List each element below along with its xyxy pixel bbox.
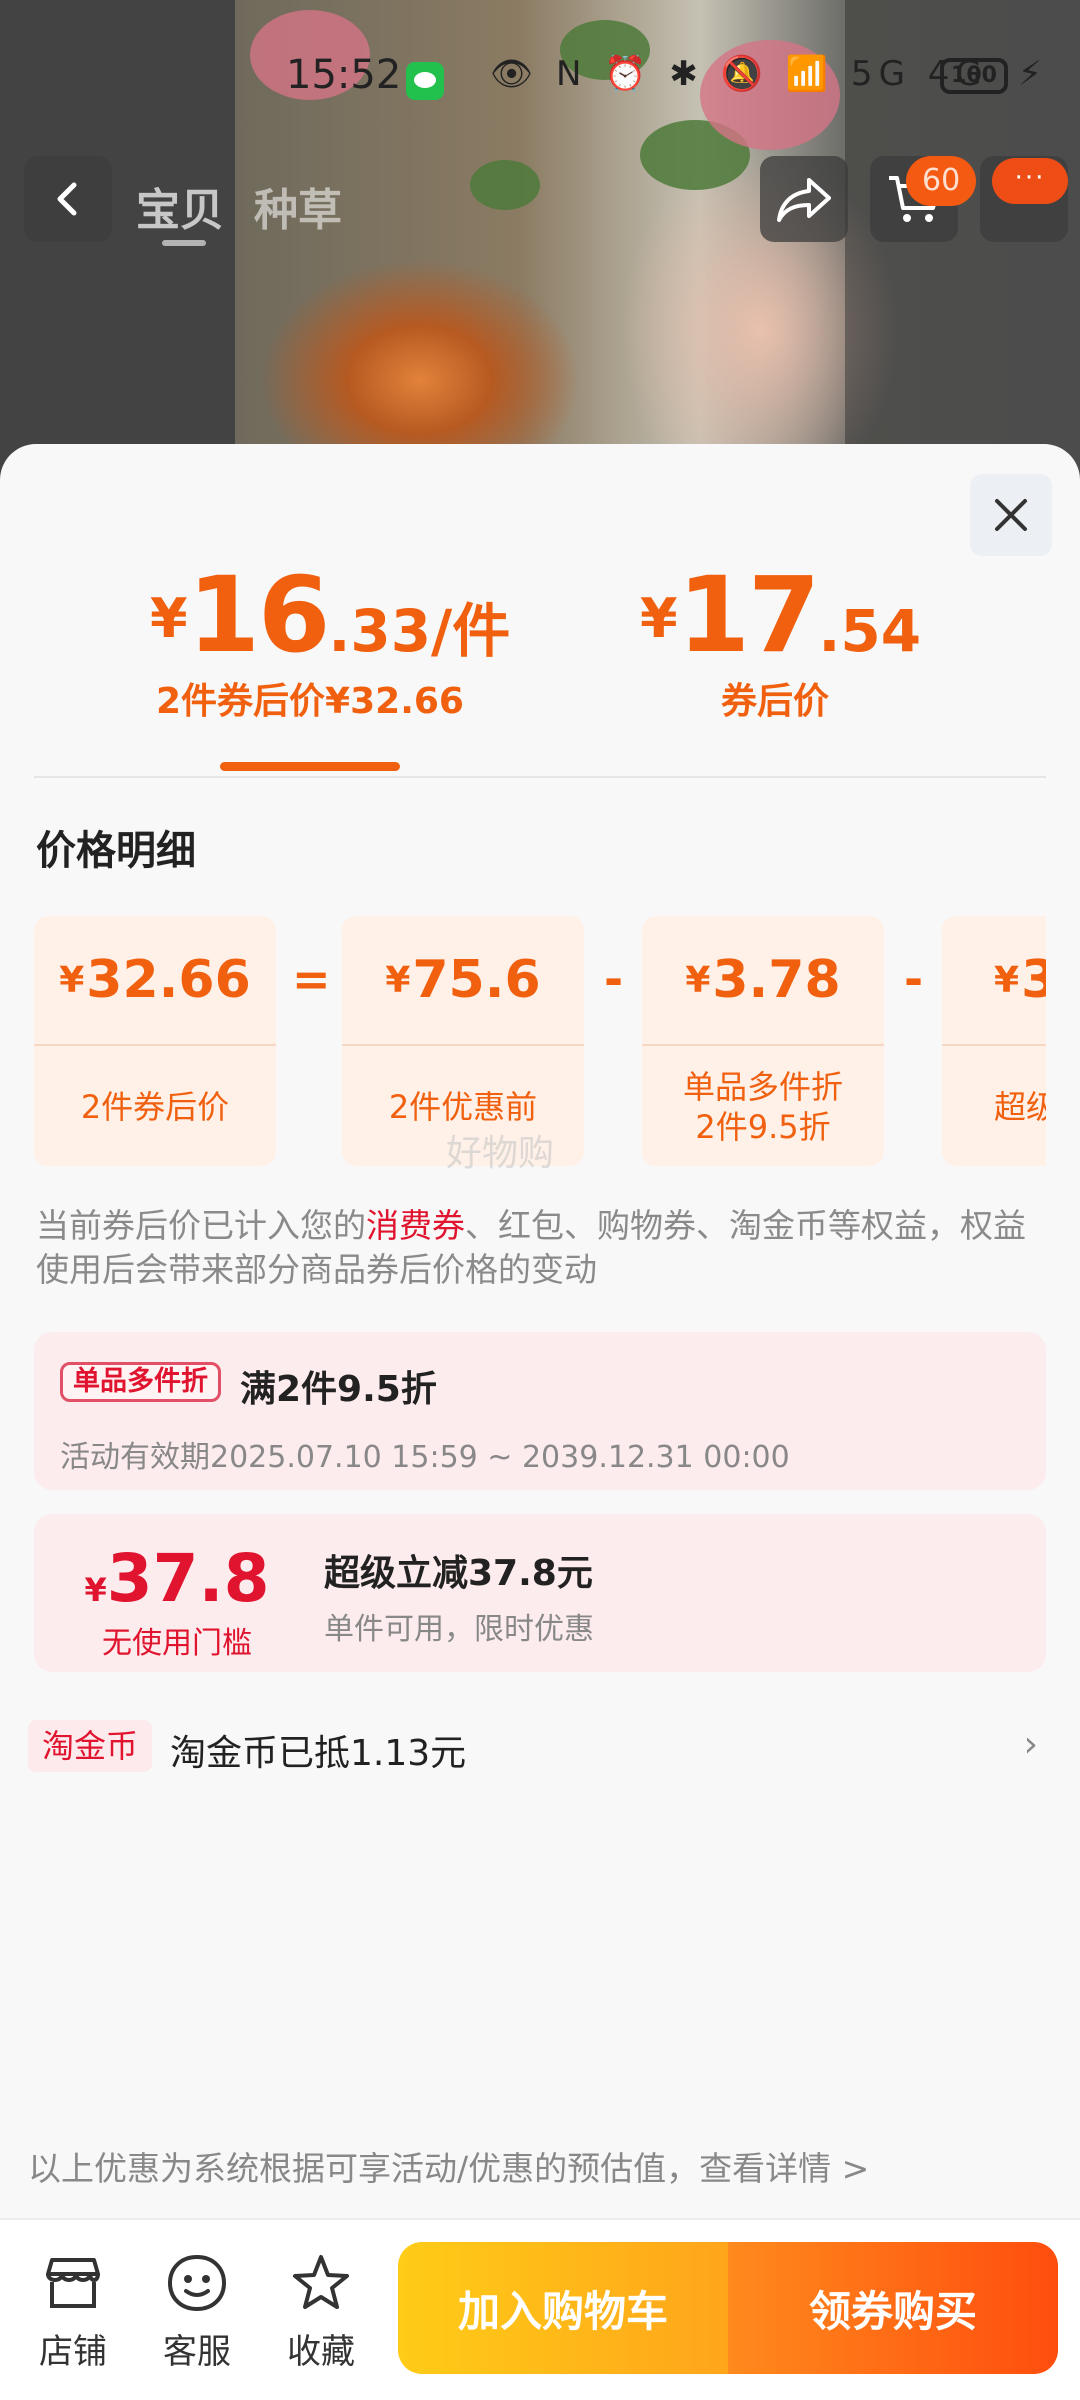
store-button[interactable]: 店铺 [18,2248,128,2373]
favorite-label: 收藏 [287,2332,355,2372]
close-icon [995,499,1027,531]
price-integer: 16 [187,554,331,676]
currency-symbol: ¥ [685,959,711,1001]
coupon-condition: 无使用门槛 [102,1626,252,1661]
currency-symbol: ¥ [640,587,678,650]
breakdown-label: 2件券后价 [80,1088,230,1126]
operator-equals: = [292,952,331,1006]
customer-service-icon [167,2254,227,2312]
coupon-subtitle: 单件可用，限时优惠 [324,1612,594,1647]
wechat-notification-icon [406,62,444,100]
back-button[interactable] [24,156,112,242]
chevron-right-icon: › [1023,1724,1038,1765]
store-icon [46,2258,100,2308]
currency-symbol: ¥ [59,959,85,1001]
breakdown-label: 单品多件折 2件9.5折 [682,1068,843,1146]
tab-product[interactable]: 宝贝 [136,174,224,238]
breakdown-card-super: ¥37.8 超级立减 [942,916,1046,1166]
breakdown-label: 超级立减 [994,1088,1046,1126]
star-icon [293,2255,349,2309]
breakdown-amount: 32.66 [86,950,251,1010]
taojinbi-row[interactable]: 淘金币 淘金币已抵1.13元 › [28,1716,1052,1778]
taojinbi-text: 淘金币已抵1.13元 [170,1733,467,1774]
charging-icon: ⚡ [1018,54,1042,94]
watermark: 好物购 [446,1133,555,1174]
coupon-value: 37.8 [106,1540,270,1617]
buy-with-coupon-button[interactable]: 领券购买 [728,2242,1058,2374]
tab-product-underline [162,240,206,246]
breakdown-card-discount: ¥3.78 单品多件折 2件9.5折 [642,916,884,1166]
price-tab-single-main: ¥17.54 [640,554,921,676]
active-tab-underline [220,762,400,771]
coupon-title: 超级立减37.8元 [324,1553,593,1594]
top-nav: 宝贝 种草 60 ··· [0,156,1080,246]
price-tab-multi-sub: 2件券后价¥32.66 [156,681,464,722]
price-detail-sheet: ¥16.33/件 2件券后价¥32.66 ¥17.54 券后价 价格明细 ¥32… [0,444,1080,2400]
favorite-button[interactable]: 收藏 [266,2248,376,2373]
status-time: 15:52 [286,52,402,98]
breakdown-card-total: ¥32.66 2件券后价 [34,916,276,1166]
breakdown-amount: 3.78 [712,950,841,1010]
cart-count-badge: 60 [906,156,977,206]
promo-title: 满2件9.5折 [240,1369,437,1410]
operator-minus: - [604,952,624,1006]
breakdown-amount: 37.8 [1021,950,1046,1010]
battery-icon: 100 [940,58,1008,94]
disclaimer-link[interactable]: 以上优惠为系统根据可享活动/优惠的预估值，查看详情 > [28,2142,869,2190]
customer-service-button[interactable]: 客服 [142,2248,252,2373]
price-integer: 17 [677,554,821,676]
price-tab-multi-main: ¥16.33/件 [150,554,510,676]
price-decimal: .33/件 [328,597,511,665]
price-tab-single-sub: 券后价 [720,681,829,722]
breakdown-amount: 75.6 [412,950,541,1010]
bottom-action-bar: 店铺 客服 收藏 加入购物车 领券购买 [0,2220,1080,2400]
coupon-amount: ¥37.8 [34,1540,320,1617]
promo-coupon: ¥37.8 无使用门槛 超级立减37.8元 单件可用，限时优惠 [34,1514,1046,1672]
taojinbi-tag: 淘金币 [28,1720,153,1772]
store-label: 店铺 [39,2332,107,2372]
add-to-cart-button[interactable]: 加入购物车 [398,2242,728,2374]
note-highlight-link[interactable]: 消费券 [366,1206,465,1245]
currency-symbol: ¥ [994,959,1020,1001]
promo-validity: 活动有效期2025.07.10 15:59 ~ 2039.12.31 00:00 [60,1440,790,1475]
more-badge: ··· [992,158,1068,204]
note-text: 当前券后价已计入您的 [36,1206,366,1245]
price-tab-single[interactable]: ¥17.54 券后价 [640,554,921,724]
status-bar: 15:52 👁 N ⏰ ✱ 🔕 📶 5G 4G 100 ⚡ [0,50,1080,110]
price-tab-multi[interactable]: ¥16.33/件 2件券后价¥32.66 [150,554,510,724]
price-tabs: ¥16.33/件 2件券后价¥32.66 ¥17.54 券后价 [0,554,1080,774]
section-title: 价格明细 [36,828,196,874]
customer-service-label: 客服 [163,2332,231,2372]
promo-multi-discount: 单品多件折 满2件9.5折 活动有效期2025.07.10 15:59 ~ 20… [34,1332,1046,1490]
divider [34,776,1046,778]
currency-symbol: ¥ [385,959,411,1001]
price-note: 当前券后价已计入您的消费券、红包、购物券、淘金币等权益，权益使用后会带来部分商品… [36,1204,1046,1292]
share-icon [777,178,831,222]
price-decimal: .54 [818,597,922,665]
chevron-left-icon [57,182,77,216]
status-icons: 👁 N ⏰ ✱ 🔕 📶 5G 4G [490,54,988,94]
currency-symbol: ¥ [150,587,188,650]
close-button[interactable] [970,474,1052,556]
promo-tag: 单品多件折 [60,1362,221,1402]
operator-minus: - [904,952,924,1006]
currency-symbol: ¥ [84,1571,107,1609]
tab-grass[interactable]: 种草 [254,174,342,238]
share-button[interactable] [760,156,848,242]
